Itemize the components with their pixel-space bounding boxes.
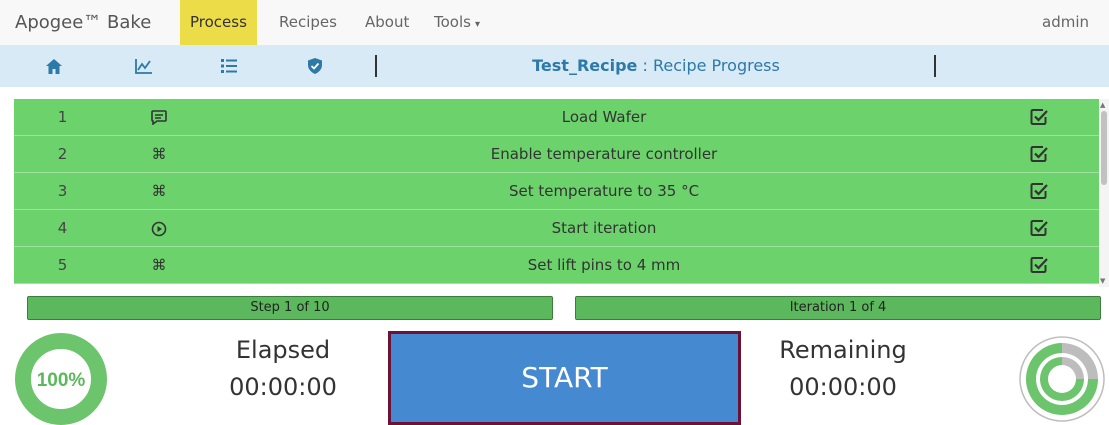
table-row[interactable]: 1 Load Wafer	[14, 99, 1099, 136]
step-description: Start iteration	[551, 219, 657, 237]
step-number: 4	[57, 219, 68, 237]
steps-scrollbar[interactable]: ▲ ▼	[1099, 99, 1109, 287]
scroll-down-icon[interactable]: ▼	[1100, 277, 1105, 285]
shield-check-icon	[308, 58, 322, 74]
nav-recipes[interactable]: Recipes	[269, 0, 347, 45]
start-button[interactable]: START	[388, 331, 741, 425]
recipe-steps-table[interactable]: 1 Load Wafer 2 ⌘ Enable temperature cont…	[14, 99, 1099, 287]
scroll-thumb[interactable]	[1101, 111, 1107, 185]
scroll-up-icon[interactable]: ▲	[1100, 101, 1105, 109]
checked-icon	[1030, 257, 1048, 273]
chart-icon	[135, 59, 152, 74]
nav-about[interactable]: About	[355, 0, 419, 45]
percent-complete-text: 100%	[37, 370, 86, 391]
elapsed-label: Elapsed	[235, 336, 331, 364]
step-number: 5	[57, 256, 68, 274]
nav-about-label: About	[365, 13, 410, 31]
nav-tools-label: Tools	[434, 13, 471, 31]
top-navbar: Apogee™ Bake Process Recipes About Tools…	[0, 0, 1109, 46]
app-brand[interactable]: Apogee™ Bake	[15, 0, 151, 45]
home-button[interactable]	[42, 55, 66, 77]
steps-list-button[interactable]	[217, 55, 241, 77]
remaining-label: Remaining	[779, 336, 907, 364]
table-row[interactable]: 4 Start iteration	[14, 210, 1099, 247]
checked-icon	[1030, 220, 1048, 236]
step-progress-bar: Step 1 of 10	[27, 296, 553, 320]
nav-process[interactable]: Process	[180, 0, 257, 45]
home-icon	[46, 58, 62, 74]
checked-icon	[1030, 109, 1048, 125]
user-name: admin	[1042, 13, 1089, 31]
step-description: Set temperature to 35 °C	[508, 182, 700, 200]
step-number: 2	[57, 145, 68, 163]
caret-down-icon: ▾	[474, 19, 480, 30]
play-circle-icon	[144, 210, 174, 247]
table-row[interactable]: 3 ⌘ Set temperature to 35 °C	[14, 173, 1099, 210]
nav-process-label: Process	[190, 13, 247, 31]
iteration-progress-bar: Iteration 1 of 4	[575, 296, 1101, 320]
recipe-name: Test_Recipe	[532, 56, 638, 75]
table-row[interactable]: 2 ⌘ Enable temperature controller	[14, 136, 1099, 173]
nav-tools-dropdown[interactable]: Tools ▾	[424, 0, 490, 45]
recipe-toolbar: Test_Recipe : Recipe Progress	[0, 45, 1109, 87]
percent-complete-donut: 100%	[15, 333, 107, 425]
step-description: Set lift pins to 4 mm	[527, 256, 681, 274]
title-separator: :	[642, 56, 648, 75]
command-icon: ⌘	[151, 256, 167, 274]
remaining-value: 00:00:00	[789, 373, 897, 401]
command-icon: ⌘	[151, 145, 167, 163]
chart-button[interactable]	[132, 55, 156, 77]
message-icon	[144, 99, 174, 136]
table-row[interactable]: 5 ⌘ Set lift pins to 4 mm	[14, 247, 1099, 284]
checked-icon	[1030, 146, 1048, 162]
step-number: 1	[57, 108, 68, 126]
iteration-gauge-icon	[1019, 336, 1105, 422]
step-description: Enable temperature controller	[490, 145, 718, 163]
recipe-progress-title: Test_Recipe : Recipe Progress	[378, 45, 934, 87]
toolbar-divider	[934, 55, 936, 77]
list-icon	[221, 59, 237, 73]
checked-icon	[1030, 183, 1048, 199]
elapsed-value: 00:00:00	[229, 373, 337, 401]
shield-button[interactable]	[303, 55, 327, 77]
start-button-label: START	[521, 361, 608, 394]
command-icon: ⌘	[151, 182, 167, 200]
nav-recipes-label: Recipes	[279, 13, 337, 31]
step-number: 3	[57, 182, 68, 200]
user-menu[interactable]: admin	[1032, 0, 1099, 45]
view-title: Recipe Progress	[652, 56, 780, 75]
step-description: Load Wafer	[561, 108, 647, 126]
toolbar-divider	[375, 55, 377, 77]
